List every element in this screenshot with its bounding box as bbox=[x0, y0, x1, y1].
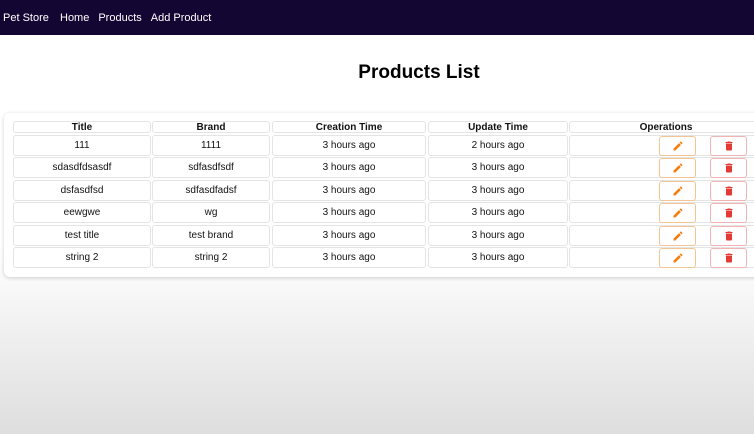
edit-button[interactable] bbox=[659, 225, 696, 246]
trash-icon bbox=[723, 162, 735, 174]
cell-brand: sdfasdfsdf bbox=[152, 157, 270, 179]
trash-icon bbox=[723, 185, 735, 197]
trash-icon bbox=[723, 230, 735, 242]
nav-link-home[interactable]: Home bbox=[60, 12, 89, 24]
cell-brand: 1111 bbox=[152, 135, 270, 156]
cell-creation-time: 3 hours ago bbox=[272, 135, 426, 156]
cell-update-time: 3 hours ago bbox=[428, 202, 568, 224]
cell-title: 111 bbox=[13, 135, 151, 156]
pencil-icon bbox=[672, 230, 684, 242]
header-title: Title bbox=[13, 121, 151, 133]
delete-button[interactable] bbox=[710, 225, 747, 246]
nav-links: Home Products Add Product bbox=[60, 12, 211, 24]
trash-icon bbox=[723, 207, 735, 219]
header-creation-time: Creation Time bbox=[272, 121, 426, 133]
cell-brand: sdfasdfadsf bbox=[152, 179, 270, 201]
brand-link[interactable]: Pet Store bbox=[3, 12, 49, 24]
trash-icon bbox=[723, 140, 735, 152]
edit-button[interactable] bbox=[659, 203, 696, 224]
cell-update-time: 3 hours ago bbox=[428, 247, 568, 268]
cell-creation-time: 3 hours ago bbox=[272, 202, 426, 224]
pencil-icon bbox=[672, 162, 684, 174]
cell-title: test title bbox=[13, 224, 151, 246]
edit-button[interactable] bbox=[659, 158, 696, 179]
nav-link-products[interactable]: Products bbox=[98, 12, 141, 24]
header-operations: Operations bbox=[569, 121, 754, 133]
cell-title: dsfasdfsd bbox=[13, 179, 151, 201]
cell-update-time: 3 hours ago bbox=[428, 157, 568, 179]
top-navbar: Pet Store Home Products Add Product bbox=[0, 0, 754, 35]
edit-button[interactable] bbox=[659, 180, 696, 201]
cell-title: string 2 bbox=[13, 247, 151, 268]
edit-button[interactable] bbox=[659, 136, 696, 156]
cell-creation-time: 3 hours ago bbox=[272, 157, 426, 179]
cell-title: eewgwe bbox=[13, 202, 151, 224]
cell-update-time: 2 hours ago bbox=[428, 135, 568, 156]
cell-update-time: 3 hours ago bbox=[428, 224, 568, 246]
delete-button[interactable] bbox=[710, 203, 747, 224]
cell-update-time: 3 hours ago bbox=[428, 179, 568, 201]
pencil-icon bbox=[672, 252, 684, 264]
trash-icon bbox=[723, 252, 735, 264]
delete-button[interactable] bbox=[710, 248, 747, 268]
delete-button[interactable] bbox=[710, 158, 747, 179]
pencil-icon bbox=[672, 207, 684, 219]
pencil-icon bbox=[672, 185, 684, 197]
header-update-time: Update Time bbox=[428, 121, 568, 133]
header-brand: Brand bbox=[152, 121, 270, 133]
cell-creation-time: 3 hours ago bbox=[272, 224, 426, 246]
cell-creation-time: 3 hours ago bbox=[272, 179, 426, 201]
pencil-icon bbox=[672, 140, 684, 152]
edit-button[interactable] bbox=[659, 248, 696, 268]
delete-button[interactable] bbox=[710, 180, 747, 201]
cell-brand: wg bbox=[152, 202, 270, 224]
cell-creation-time: 3 hours ago bbox=[272, 247, 426, 268]
cell-brand: string 2 bbox=[152, 247, 270, 268]
page-title: Products List bbox=[358, 62, 480, 83]
products-table-card: Title Brand Creation Time Update Time Op… bbox=[4, 113, 754, 277]
cell-brand: test brand bbox=[152, 224, 270, 246]
delete-button[interactable] bbox=[710, 136, 747, 156]
nav-link-add-product[interactable]: Add Product bbox=[151, 12, 212, 24]
cell-title: sdasdfdsasdf bbox=[13, 157, 151, 179]
